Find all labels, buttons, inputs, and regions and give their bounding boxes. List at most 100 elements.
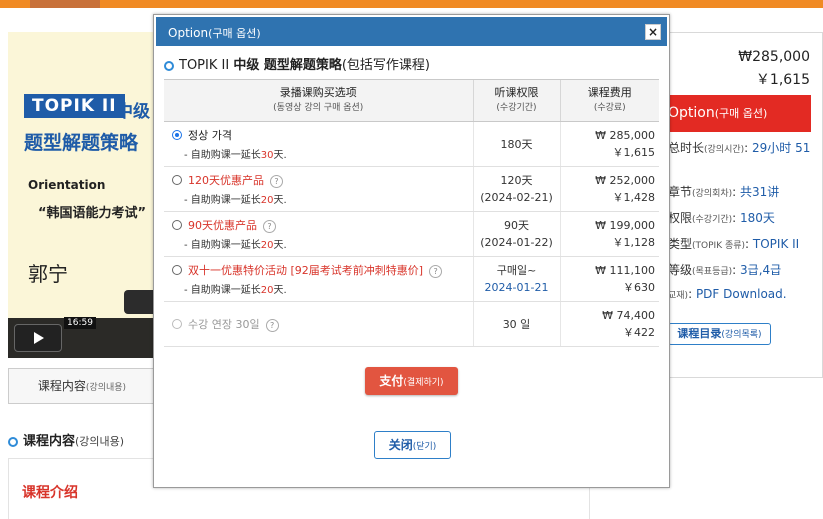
price-cny: ￥1,128 [612,236,656,249]
note-days: 20 [260,240,274,251]
col-header-sub: (동영상 강의 구매 옵션) [273,103,364,113]
info-sub: (강의시간) [704,145,745,155]
option-button-label: Option [668,105,715,121]
note-text: - 自助购课一延长 [184,285,261,296]
video-teacher-name: 郭宁 [28,262,68,286]
note-suffix: 天. [273,150,287,161]
radio-button[interactable] [172,220,182,230]
period-date: (2024-02-21) [480,191,553,204]
section-heading-label: 课程内容 [23,434,76,449]
option-note: - 自助购课一延长20天. [172,281,473,296]
course-title-suffix: (包括写作课程) [341,58,430,73]
modal-title-sub: (구매 옵션) [208,27,261,40]
info-label: 总时长 [668,141,705,155]
option-price: ₩ 74,400 ￥422 [559,301,659,347]
period-text: 180天 [500,137,533,151]
purchase-panel: ₩285,000 ￥1,615 Option(구매 옵션) 总时长(강의시간):… [665,32,823,378]
col-header-option: 录播课购买选项 (동영상 강의 구매 옵션) [164,79,473,122]
option-period: 90天 (2024-01-22) [472,211,560,257]
option-price: ₩ 252,000 ￥1,428 [559,166,659,212]
video-level-text: 中级 [116,102,150,122]
course-intro-heading: 课程介绍 [22,485,78,501]
info-period: 权限(수강기간): 180天 [668,211,775,225]
course-title: TOPIK II 中级 题型解题策略(包括写作课程) [164,54,430,73]
info-value: 3급,4급 [740,263,782,277]
col-header-label: 课程费用 [587,86,632,99]
info-sub: (강의회차) [692,189,733,199]
table-row[interactable]: 90天优惠产品? - 自助购课一延长20天. 90天 (2024-01-22) ₩… [164,211,659,257]
table-row: 수강 연장 30일? 30 일 ₩ 74,400 ￥422 [164,301,659,347]
price-krw: ₩285,000 [738,49,810,65]
section-heading: 课程内容(강의내용) [8,430,124,449]
note-suffix: 天. [273,195,287,206]
col-header-period: 听课权限 (수강기간) [472,79,560,122]
option-note: - 自助购课一延长30天. [172,146,473,161]
play-icon[interactable] [14,324,62,352]
option-button[interactable]: Option(구매 옵션) [666,95,811,132]
option-name: 정상 가격 [188,129,232,142]
info-value: 180天 [740,211,775,225]
info-sub: 교재) [668,291,689,301]
video-player[interactable]: TOPIK II 中级 题型解题策略 Orientation “韩国语能力考试”… [8,32,154,358]
table-row[interactable]: 双十一优惠特价活动 [92届考试考前冲刺特惠价]? - 自助购课一延长20天. … [164,256,659,302]
close-button[interactable]: 关闭(닫기) [374,431,451,459]
period-text: 120天 [500,174,533,187]
info-label: 等级 [668,263,693,277]
option-button-sub: (구매 옵션) [714,107,768,120]
radio-button-disabled [172,319,182,329]
bullet-icon [8,436,18,447]
course-catalog-button[interactable]: 课程目录(강의목록) [668,323,771,345]
option-name: 双十一优惠特价活动 [92届考试考前冲刺特惠价] [188,264,424,277]
option-period: 180天 [472,121,560,167]
close-sub: (닫기) [412,442,437,452]
help-icon[interactable]: ? [263,219,276,233]
tab-label: 课程内容 [37,379,86,393]
period-text: 30 일 [502,317,531,331]
close-icon[interactable]: × [645,24,661,40]
video-time: 16:59 [64,317,96,329]
option-name-cell: 90天优惠产品? - 自助购课一延长20天. [164,211,473,257]
modal-title-text: Option [168,26,209,40]
info-value: 共31讲 [740,185,780,199]
price-krw: ₩ 252,000 [595,174,655,187]
tab-label-sub: (강의내용) [85,383,127,393]
radio-button[interactable] [172,265,182,275]
col-header-label: 录播课购买选项 [279,86,357,99]
info-value: 29小时 51 [752,141,811,155]
radio-button[interactable] [172,175,182,185]
info-chapters: 章节(강의회차): 共31讲 [668,185,780,199]
video-orientation-text: Orientation [28,178,106,192]
price-krw: ₩ 74,400 [602,309,655,322]
option-period: 30 일 [472,301,560,347]
info-value: TOPIK II [752,237,800,251]
price-cny: ￥630 [623,281,655,294]
tab-course-content[interactable]: 课程内容(강의내용) [8,368,156,404]
help-icon[interactable]: ? [429,264,443,278]
option-price: ₩ 199,000 ￥1,128 [559,211,659,257]
section-heading-sub: (강의내용) [75,435,125,448]
price-cny: ￥422 [623,326,655,339]
pay-label: 支付 [379,374,404,388]
help-icon[interactable]: ? [270,174,283,188]
info-level: 等级(목표등급): 3급,4급 [668,263,782,277]
option-price: ₩ 285,000 ￥1,615 [559,121,659,167]
table-row[interactable]: 정상 가격 - 自助购课一延长30天. 180天 ₩ 285,000 ￥1,615 [164,121,659,167]
textbook-download-link[interactable]: PDF Download. [696,287,787,301]
option-note: - 自助购课一延长20天. [172,236,473,251]
info-duration: 总时长(강의시간): 29小时 51 [668,141,811,155]
option-name: 90天优惠产品 [188,219,257,232]
note-suffix: 天. [273,240,287,251]
course-title-main: 中级 题型解题策略 [233,58,342,73]
col-header-label: 听课权限 [494,86,539,99]
pay-button[interactable]: 支付(결제하기) [365,367,458,395]
option-name: 120天优惠产品 [188,174,264,187]
help-icon[interactable]: ? [265,318,279,332]
video-quote-text: “韩国语能力考试” [38,206,147,221]
note-text: - 自助购课一延长 [184,195,261,206]
table-row[interactable]: 120天优惠产品? - 自助购课一延长20天. 120天 (2024-02-21)… [164,166,659,212]
video-overlay-button[interactable] [124,290,154,314]
price-cny: ￥1,615 [612,146,656,159]
radio-button-selected[interactable] [172,130,182,140]
info-label: 权限 [668,211,693,225]
col-header-sub: (수강료) [593,103,626,113]
